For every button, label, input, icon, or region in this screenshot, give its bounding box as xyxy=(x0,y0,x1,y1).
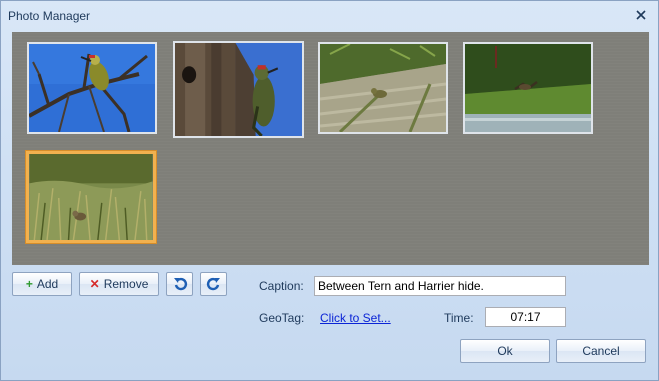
remove-button-label: Remove xyxy=(103,277,149,291)
remove-button[interactable]: ✕ Remove xyxy=(79,272,159,296)
rotate-right-button[interactable] xyxy=(200,272,227,296)
add-button[interactable]: + Add xyxy=(12,272,72,296)
add-button-label: Add xyxy=(36,277,59,291)
x-icon: ✕ xyxy=(89,277,100,291)
geotag-set-link[interactable]: Click to Set... xyxy=(320,311,391,325)
photo-manager-window: Photo Manager + Add ✕ Remove Caption: Be… xyxy=(0,0,659,381)
cancel-button[interactable]: Cancel xyxy=(556,339,646,363)
title-bar[interactable]: Photo Manager xyxy=(1,1,658,31)
close-button[interactable] xyxy=(631,6,651,24)
photo-woodpecker-trunk xyxy=(175,43,302,136)
caption-label: Caption: xyxy=(259,279,304,293)
photo-bird-grass-slope xyxy=(320,44,446,132)
rotate-left-icon xyxy=(173,277,187,291)
photo-bird-in-grass xyxy=(29,154,153,240)
plus-icon: + xyxy=(25,277,33,291)
photo-gallery[interactable] xyxy=(12,32,649,265)
window-title: Photo Manager xyxy=(8,9,91,23)
caption-input[interactable]: Between Tern and Harrier hide. xyxy=(314,276,566,296)
photo-thumbnail-2[interactable] xyxy=(173,41,304,138)
time-label: Time: xyxy=(444,311,474,325)
photo-thumbnail-3[interactable] xyxy=(318,42,448,134)
ok-button[interactable]: Ok xyxy=(460,339,550,363)
close-icon xyxy=(636,10,646,20)
photo-woodpecker-branch xyxy=(29,44,155,132)
geotag-label: GeoTag: xyxy=(259,311,305,325)
photo-bird-over-water xyxy=(465,44,591,132)
photo-thumbnail-1[interactable] xyxy=(27,42,157,134)
rotate-right-icon xyxy=(206,277,220,291)
photo-thumbnail-4[interactable] xyxy=(463,42,593,134)
rotate-left-button[interactable] xyxy=(166,272,193,296)
time-input[interactable]: 07:17 xyxy=(485,307,566,327)
photo-thumbnail-5[interactable] xyxy=(26,151,156,243)
